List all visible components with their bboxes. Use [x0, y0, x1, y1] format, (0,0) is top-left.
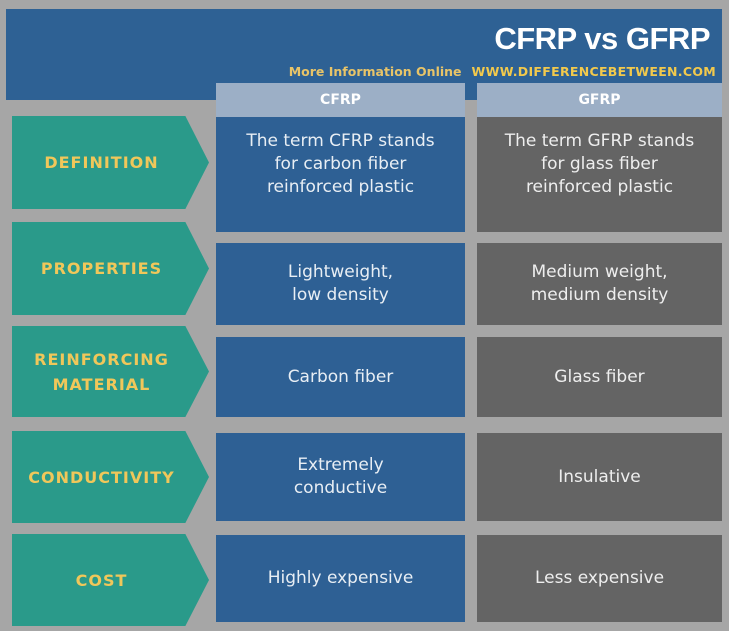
source-url[interactable]: WWW.DIFFERENCEBETWEEN.COM	[472, 64, 716, 79]
row-label-conductivity: CONDUCTIVITY	[12, 431, 209, 523]
gfrp-definition-cell: The term GFRP stands for glass fiber rei…	[477, 117, 722, 232]
row-label-text: DEFINITION	[44, 153, 159, 172]
more-info-text: More Information Online	[288, 64, 462, 79]
page-title: CFRP vs GFRP	[494, 21, 710, 56]
cfrp-cost-cell: Highly expensive	[216, 535, 465, 622]
cfrp-reinforcing-cell: Carbon fiber	[216, 337, 465, 417]
row-label-definition: DEFINITION	[12, 116, 209, 209]
row-label-cost: COST	[12, 534, 209, 626]
row-label-text: COST	[75, 570, 128, 590]
column-header-cfrp: CFRP	[216, 83, 465, 117]
row-label-properties: PROPERTIES	[12, 222, 209, 315]
gfrp-properties-cell: Medium weight, medium density	[477, 243, 722, 325]
source-line: More Information Online WWW.DIFFERENCEBET…	[289, 64, 716, 79]
cfrp-conductivity-cell: Extremely conductive	[216, 433, 465, 521]
row-label-reinforcing-material: REINFORCING MATERIAL	[12, 326, 209, 417]
gfrp-conductivity-cell: Insulative	[477, 433, 722, 521]
gfrp-reinforcing-cell: Glass fiber	[477, 337, 722, 417]
row-label-text: CONDUCTIVITY	[28, 467, 175, 487]
row-label-text: PROPERTIES	[40, 259, 163, 278]
row-label-text: REINFORCING MATERIAL	[34, 349, 169, 394]
cfrp-definition-cell: The term CFRP stands for carbon fiber re…	[216, 117, 465, 232]
cfrp-properties-cell: Lightweight, low density	[216, 243, 465, 325]
column-header-gfrp: GFRP	[477, 83, 722, 117]
gfrp-cost-cell: Less expensive	[477, 535, 722, 622]
